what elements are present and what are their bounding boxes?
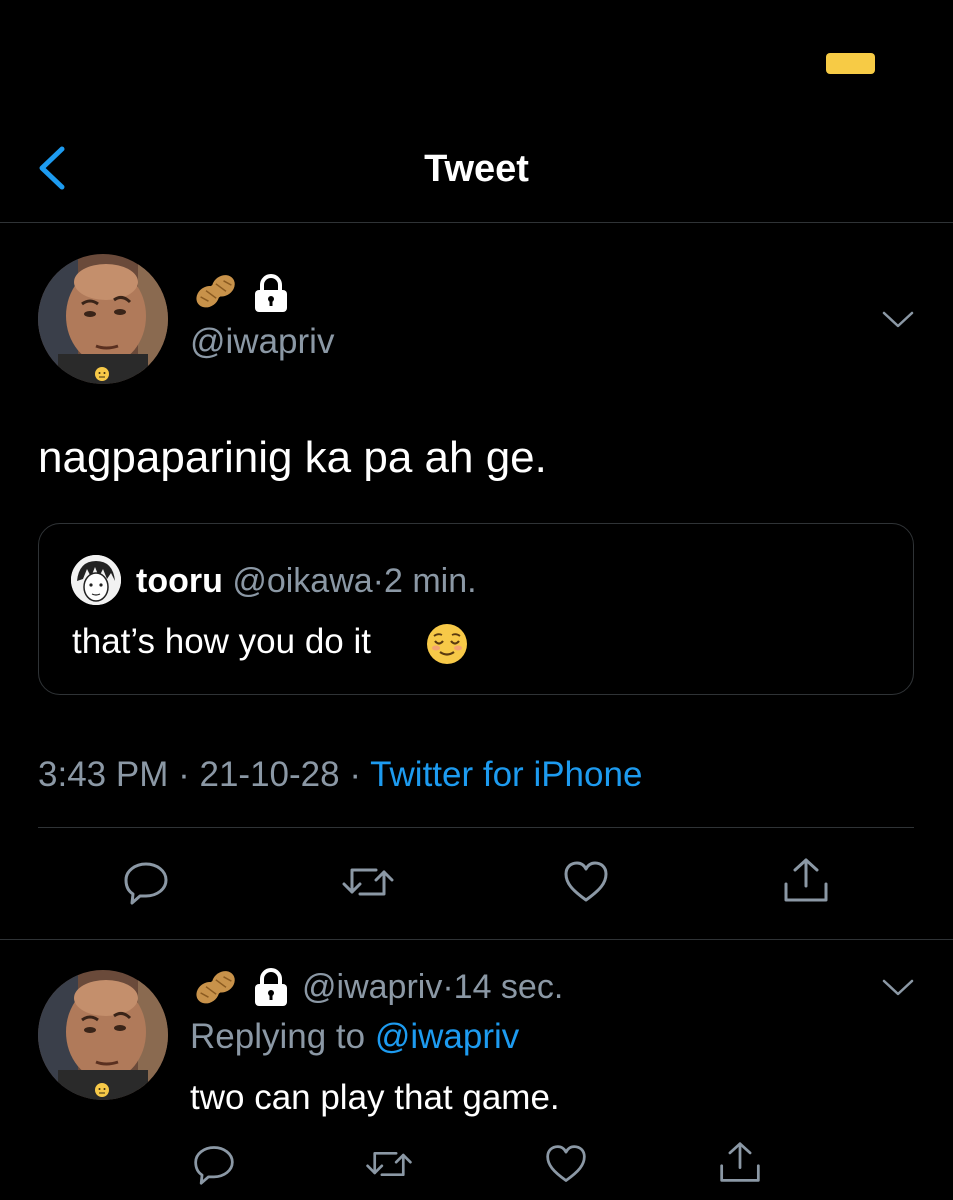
tweet-time: 3:43 PM [38, 755, 169, 794]
tweet-source-link[interactable]: Twitter for iPhone [370, 755, 642, 794]
retweet-icon [366, 1151, 412, 1177]
quoted-handle[interactable]: @oikawa [232, 562, 372, 600]
quoted-header: tooru @oikawa·2 min. [136, 562, 477, 601]
reply-retweet-button[interactable] [364, 1142, 414, 1186]
reply-handle[interactable]: @iwapriv [302, 968, 442, 1006]
peanut-icon [196, 971, 235, 1004]
emoji-badge-icon [95, 367, 109, 381]
like-icon [546, 1145, 586, 1182]
reply-header: @iwapriv·14 sec. [302, 968, 563, 1007]
like-button[interactable] [562, 858, 610, 906]
avatar[interactable] [38, 254, 168, 384]
replying-label: Replying to [190, 1017, 366, 1056]
reply-icon [124, 862, 168, 905]
header-divider [0, 222, 953, 223]
retweet-button[interactable] [340, 858, 394, 906]
separator: · [442, 968, 454, 1006]
share-icon [720, 1142, 760, 1182]
reply-text: two can play that game. [190, 1078, 560, 1117]
emoji-badge-icon [95, 1083, 109, 1097]
tweet-options-button[interactable] [880, 306, 916, 332]
page-title: Tweet [424, 148, 529, 190]
chevron-down-icon [882, 979, 914, 996]
chevron-down-icon [882, 311, 914, 328]
lock-icon [255, 274, 287, 312]
tweet-date: 21-10-28 [199, 755, 340, 794]
tweet-meta: 3:43 PM · 21-10-28 · Twitter for iPhone [38, 755, 642, 795]
quoted-name[interactable]: tooru [136, 562, 223, 600]
quoted-tweet[interactable] [38, 523, 914, 695]
share-icon [784, 858, 828, 902]
reply-avatar[interactable] [38, 970, 168, 1100]
replying-to: Replying to @iwapriv [190, 1017, 519, 1057]
quoted-time: 2 min. [384, 562, 477, 600]
peanut-icon [196, 275, 235, 308]
like-icon [564, 861, 608, 902]
reply-time: 14 sec. [453, 968, 564, 1006]
quoted-avatar[interactable] [71, 555, 121, 605]
retweet-icon [342, 868, 394, 896]
replying-mention-link[interactable]: @iwapriv [375, 1017, 519, 1056]
reply-button[interactable] [122, 858, 170, 906]
reply-like-button[interactable] [544, 1142, 588, 1186]
lock-icon [255, 968, 287, 1006]
reply-reply-button[interactable] [192, 1142, 236, 1186]
reply-share-button[interactable] [718, 1140, 762, 1186]
share-button[interactable] [782, 856, 830, 904]
relieved-face-emoji-icon [427, 624, 467, 664]
meta-divider [38, 827, 914, 828]
quoted-text: that’s how you do it [72, 622, 371, 661]
author-handle[interactable]: @iwapriv [190, 322, 334, 362]
separator: · [372, 562, 384, 600]
separator: · [178, 755, 190, 794]
tweet-divider [0, 939, 953, 940]
battery-indicator [826, 53, 875, 74]
reply-options-button[interactable] [880, 974, 916, 1000]
separator: · [349, 755, 361, 794]
reply-icon [194, 1146, 234, 1185]
tweet-text: nagpaparinig ka pa ah ge. [38, 433, 547, 482]
